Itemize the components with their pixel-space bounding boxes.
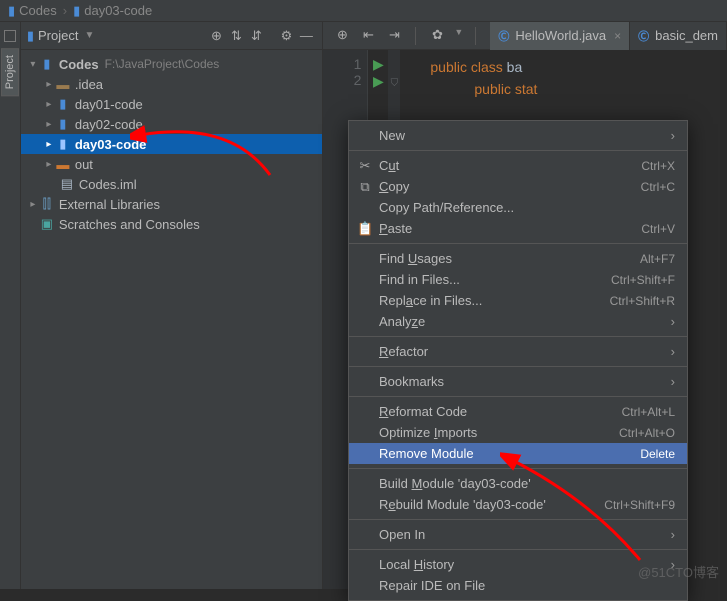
- hide-icon[interactable]: —: [296, 28, 316, 43]
- tree-iml[interactable]: ▤Codes.iml: [21, 174, 323, 194]
- project-tool-tab[interactable]: Project: [1, 48, 19, 96]
- web-icon[interactable]: ⊕: [333, 27, 351, 45]
- shield-icon: ⛉: [388, 78, 400, 89]
- menu-replace-in-files[interactable]: Replace in Files...Ctrl+Shift+R: [349, 290, 687, 311]
- menu-find-usages[interactable]: Find UsagesAlt+F7: [349, 248, 687, 269]
- tree-out[interactable]: ▸▬out: [21, 154, 323, 174]
- menu-optimize-imports[interactable]: Optimize ImportsCtrl+Alt+O: [349, 422, 687, 443]
- tool-window-bar: Project: [0, 22, 21, 589]
- chevron-right-icon: ›: [63, 3, 67, 18]
- expand-all-icon[interactable]: ⇅: [226, 28, 246, 44]
- tree-external-libs[interactable]: ▸⫿⫿External Libraries: [21, 194, 323, 214]
- menu-local-history[interactable]: Local History›: [349, 554, 687, 575]
- menu-copy-path[interactable]: Copy Path/Reference...: [349, 197, 687, 218]
- editor-tabs: Ⓒ HelloWorld.java × Ⓒ basic_dem: [490, 22, 727, 50]
- project-icon: ▮: [27, 28, 34, 44]
- gear-icon[interactable]: ⚙: [276, 28, 296, 44]
- close-icon[interactable]: ×: [614, 29, 621, 43]
- project-panel: ▮ Project ▼ ⊕ ⇅ ⇵ ⚙ — ▾ ▮ Codes F:\JavaP…: [21, 22, 324, 589]
- indent-right-icon[interactable]: ⇥: [385, 27, 403, 45]
- tree-day03-selected[interactable]: ▸▮day03-code: [21, 134, 323, 154]
- run-icon[interactable]: ▶: [368, 73, 388, 90]
- tab-helloworld[interactable]: Ⓒ HelloWorld.java ×: [490, 22, 630, 50]
- menu-bookmarks[interactable]: Bookmarks›: [349, 371, 687, 392]
- menu-open-in[interactable]: Open In›: [349, 524, 687, 545]
- folder-icon: ▮: [8, 3, 15, 19]
- chevron-down-icon[interactable]: ▼: [84, 30, 94, 41]
- tree-scratches[interactable]: ▣Scratches and Consoles: [21, 214, 323, 234]
- menu-find-in-files[interactable]: Find in Files...Ctrl+Shift+F: [349, 269, 687, 290]
- menu-cut[interactable]: ✂CutCtrl+X: [349, 155, 687, 176]
- module-icon: ▮: [73, 3, 80, 19]
- tree-root-label: Codes: [59, 57, 99, 72]
- menu-paste[interactable]: 📋PasteCtrl+V: [349, 218, 687, 239]
- menu-build-module[interactable]: Build Module 'day03-code': [349, 473, 687, 494]
- crumb-root[interactable]: Codes: [19, 3, 57, 18]
- copy-icon: ⧉: [357, 179, 373, 195]
- menu-copy[interactable]: ⧉CopyCtrl+C: [349, 176, 687, 197]
- tab-basic-dem[interactable]: Ⓒ basic_dem: [630, 22, 727, 50]
- context-menu: New› ✂CutCtrl+X ⧉CopyCtrl+C Copy Path/Re…: [348, 120, 688, 601]
- tree-day01[interactable]: ▸▮day01-code: [21, 94, 323, 114]
- menu-remove-module[interactable]: Remove ModuleDelete: [349, 443, 687, 464]
- project-panel-header: ▮ Project ▼ ⊕ ⇅ ⇵ ⚙ —: [21, 22, 323, 50]
- menu-reformat[interactable]: Reformat CodeCtrl+Alt+L: [349, 401, 687, 422]
- paste-icon: 📋: [357, 221, 373, 237]
- menu-new[interactable]: New›: [349, 125, 687, 146]
- java-class-icon: Ⓒ: [498, 28, 509, 44]
- watermark: @51CTO博客: [638, 562, 719, 581]
- breadcrumb: ▮ Codes › ▮ day03-code: [0, 0, 727, 22]
- collapse-all-icon[interactable]: ⇵: [246, 28, 266, 44]
- indent-left-icon[interactable]: ⇤: [359, 27, 377, 45]
- project-tool-icon[interactable]: [4, 30, 16, 42]
- editor-top-bar: ⊕ ⇤ ⇥ ✿ ▼ Ⓒ HelloWorld.java × Ⓒ basic_de…: [323, 22, 727, 50]
- locate-icon[interactable]: ⊕: [206, 28, 226, 44]
- menu-rebuild-module[interactable]: Rebuild Module 'day03-code'Ctrl+Shift+F9: [349, 494, 687, 515]
- menu-refactor[interactable]: Refactor›: [349, 341, 687, 362]
- tree-root-path: F:\JavaProject\Codes: [105, 57, 220, 71]
- cut-icon: ✂: [357, 158, 373, 174]
- menu-analyze[interactable]: Analyze›: [349, 311, 687, 332]
- tree-idea[interactable]: ▸▬.idea: [21, 74, 323, 94]
- project-title[interactable]: Project: [38, 28, 78, 43]
- project-tree: ▾ ▮ Codes F:\JavaProject\Codes ▸▬.idea ▸…: [21, 50, 323, 589]
- tree-day02[interactable]: ▸▮day02-code: [21, 114, 323, 134]
- settings-icon[interactable]: ✿: [428, 27, 446, 45]
- tree-root[interactable]: ▾ ▮ Codes F:\JavaProject\Codes: [21, 54, 323, 74]
- run-icon[interactable]: ▶: [368, 56, 388, 73]
- menu-repair-ide[interactable]: Repair IDE on File: [349, 575, 687, 596]
- crumb-current[interactable]: day03-code: [84, 3, 152, 18]
- java-class-icon: Ⓒ: [638, 28, 649, 44]
